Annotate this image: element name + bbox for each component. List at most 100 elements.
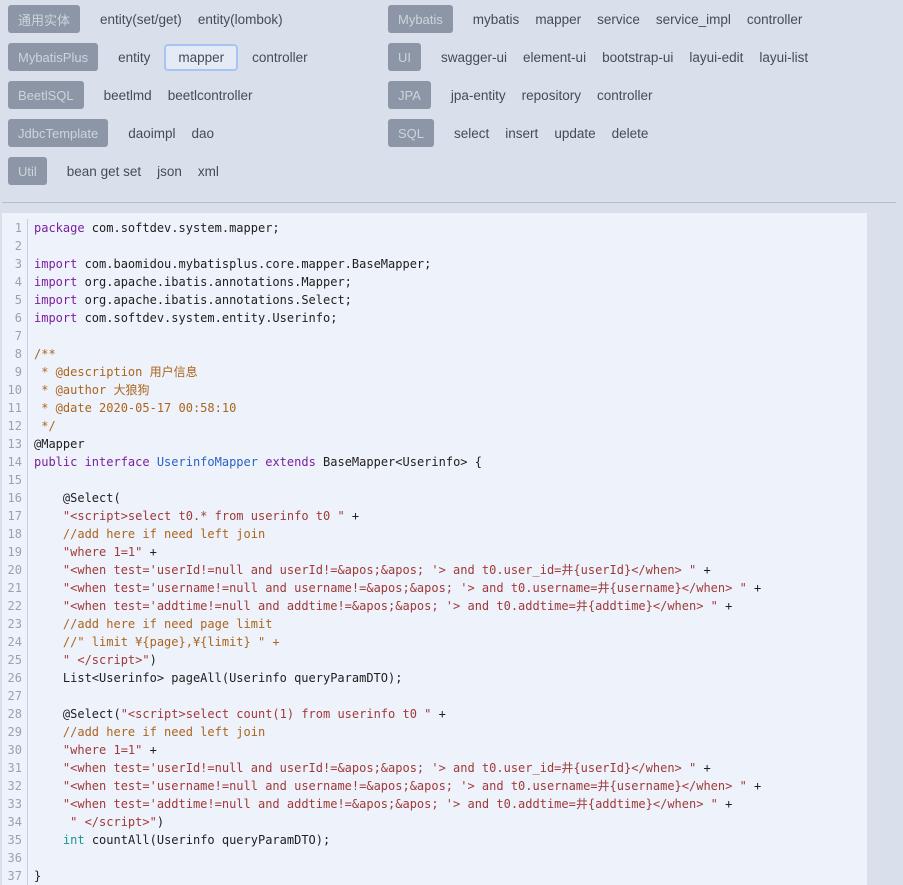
code-line: 9 * @description 用户信息: [2, 363, 867, 381]
code-line: 21 "<when test='username!=null and usern…: [2, 579, 867, 597]
tag-bean-get-set[interactable]: bean get set: [67, 164, 141, 179]
code-line-content: public interface UserinfoMapper extends …: [28, 453, 482, 471]
tag-layui-edit[interactable]: layui-edit: [689, 50, 743, 65]
code-line: 4import org.apache.ibatis.annotations.Ma…: [2, 273, 867, 291]
code-line-content: List<Userinfo> pageAll(Userinfo queryPar…: [28, 669, 402, 687]
line-number: 27: [2, 687, 28, 705]
code-line: 11 * @date 2020-05-17 00:58:10: [2, 399, 867, 417]
line-number: 30: [2, 741, 28, 759]
code-line: 24 //" limit ¥{page},¥{limit} " +: [2, 633, 867, 651]
code-line: 34 " </script>"): [2, 813, 867, 831]
tag-xml[interactable]: xml: [198, 164, 219, 179]
tag-insert[interactable]: insert: [505, 126, 538, 141]
code-line-content: [28, 471, 34, 489]
code-line: 28 @Select("<script>select count(1) from…: [2, 705, 867, 723]
code-line: 29 //add here if need left join: [2, 723, 867, 741]
tag-controller[interactable]: controller: [597, 88, 653, 103]
group-chip-jdbctemplate: JdbcTemplate: [8, 119, 108, 147]
tag-mapper[interactable]: mapper: [535, 12, 581, 27]
code-line: 15: [2, 471, 867, 489]
tag-service-impl[interactable]: service_impl: [656, 12, 731, 27]
code-line: 1package com.softdev.system.mapper;: [2, 219, 867, 237]
tag-element-ui[interactable]: element-ui: [523, 50, 586, 65]
tag-group-right-1: UI swagger-ui element-ui bootstrap-ui layui-…: [388, 43, 895, 71]
line-number: 12: [2, 417, 28, 435]
code-line: 18 //add here if need left join: [2, 525, 867, 543]
tag-controller[interactable]: controller: [252, 50, 308, 65]
tag-group-left-0: 通用实体 entity(set/get) entity(lombok): [8, 5, 388, 33]
code-line: 33 "<when test='addtime!=null and addtim…: [2, 795, 867, 813]
code-line: 6import com.softdev.system.entity.Userin…: [2, 309, 867, 327]
tag-mybatis[interactable]: mybatis: [473, 12, 520, 27]
tag-group-left-4: Utilbean get setjsonxml: [8, 157, 388, 185]
group-chip-ui: UI: [388, 43, 421, 71]
code-line: 13@Mapper: [2, 435, 867, 453]
line-number: 4: [2, 273, 28, 291]
tag-entity-lombok[interactable]: entity(lombok): [198, 12, 283, 27]
line-number: 10: [2, 381, 28, 399]
code-line-content: "<when test='userId!=null and userId!=&a…: [28, 561, 711, 579]
line-number: 28: [2, 705, 28, 723]
tag-group-right-2: JPA jpa-entity repository controller: [388, 81, 895, 109]
code-line: 20 "<when test='userId!=null and userId!…: [2, 561, 867, 579]
template-tags-section: 通用实体entity(set/get)entity(lombok)Mybatis…: [0, 0, 903, 195]
line-number: 17: [2, 507, 28, 525]
code-line-content: * @date 2020-05-17 00:58:10: [28, 399, 236, 417]
tag-delete[interactable]: delete: [612, 126, 649, 141]
line-number: 6: [2, 309, 28, 327]
line-number: 5: [2, 291, 28, 309]
code-line-content: package com.softdev.system.mapper;: [28, 219, 280, 237]
code-line-content: import com.softdev.system.entity.Userinf…: [28, 309, 337, 327]
tag-json[interactable]: json: [157, 164, 182, 179]
tag-beetlcontroller[interactable]: beetlcontroller: [168, 88, 253, 103]
group-chip-通用实体: 通用实体: [8, 5, 80, 33]
code-line-content: " </script>"): [28, 813, 164, 831]
code-line: 23 //add here if need page limit: [2, 615, 867, 633]
tag-jpa-entity[interactable]: jpa-entity: [451, 88, 506, 103]
tag-controller[interactable]: controller: [747, 12, 803, 27]
tag-dao[interactable]: dao: [192, 126, 215, 141]
tag-update[interactable]: update: [554, 126, 595, 141]
tag-group-left-2: BeetlSQL beetlmd beetlcontroller: [8, 81, 388, 109]
code-line: 36: [2, 849, 867, 867]
tag-group-left-3: JdbcTemplate daoimpl dao: [8, 119, 388, 147]
group-chip-sql: SQL: [388, 119, 434, 147]
code-line: 37}: [2, 867, 867, 885]
tag-bootstrap-ui[interactable]: bootstrap-ui: [602, 50, 673, 65]
tag-layui-list[interactable]: layui-list: [759, 50, 808, 65]
code-line: 12 */: [2, 417, 867, 435]
tag-entity[interactable]: entity: [118, 50, 150, 65]
line-number: 13: [2, 435, 28, 453]
tag-repository[interactable]: repository: [522, 88, 581, 103]
tag-mapper[interactable]: mapper: [164, 44, 238, 71]
line-number: 14: [2, 453, 28, 471]
code-line: 22 "<when test='addtime!=null and addtim…: [2, 597, 867, 615]
group-chip-jpa: JPA: [388, 81, 431, 109]
code-line: 32 "<when test='username!=null and usern…: [2, 777, 867, 795]
code-line-content: int countAll(Userinfo queryParamDTO);: [28, 831, 330, 849]
line-number: 29: [2, 723, 28, 741]
line-number: 20: [2, 561, 28, 579]
line-number: 37: [2, 867, 28, 885]
line-number: 15: [2, 471, 28, 489]
code-line-content: //" limit ¥{page},¥{limit} " +: [28, 633, 280, 651]
line-number: 32: [2, 777, 28, 795]
code-line-content: [28, 687, 34, 705]
tag-entity-set-get[interactable]: entity(set/get): [100, 12, 182, 27]
code-line-content: }: [28, 867, 41, 885]
tag-group-left-1: MybatisPlusentitymappercontroller: [8, 43, 388, 71]
code-line-content: //add here if need page limit: [28, 615, 272, 633]
tag-service[interactable]: service: [597, 12, 640, 27]
tag-swagger-ui[interactable]: swagger-ui: [441, 50, 507, 65]
code-line-content: "<when test='userId!=null and userId!=&a…: [28, 759, 711, 777]
line-number: 36: [2, 849, 28, 867]
code-line-content: "<when test='addtime!=null and addtime!=…: [28, 795, 732, 813]
code-line: 25 " </script>"): [2, 651, 867, 669]
group-chip-beetlsql: BeetlSQL: [8, 81, 84, 109]
tag-select[interactable]: select: [454, 126, 489, 141]
code-line: 16 @Select(: [2, 489, 867, 507]
code-line-content: /**: [28, 345, 56, 363]
tag-beetlmd[interactable]: beetlmd: [104, 88, 152, 103]
code-line: 17 "<script>select t0.* from userinfo t0…: [2, 507, 867, 525]
tag-daoimpl[interactable]: daoimpl: [128, 126, 175, 141]
